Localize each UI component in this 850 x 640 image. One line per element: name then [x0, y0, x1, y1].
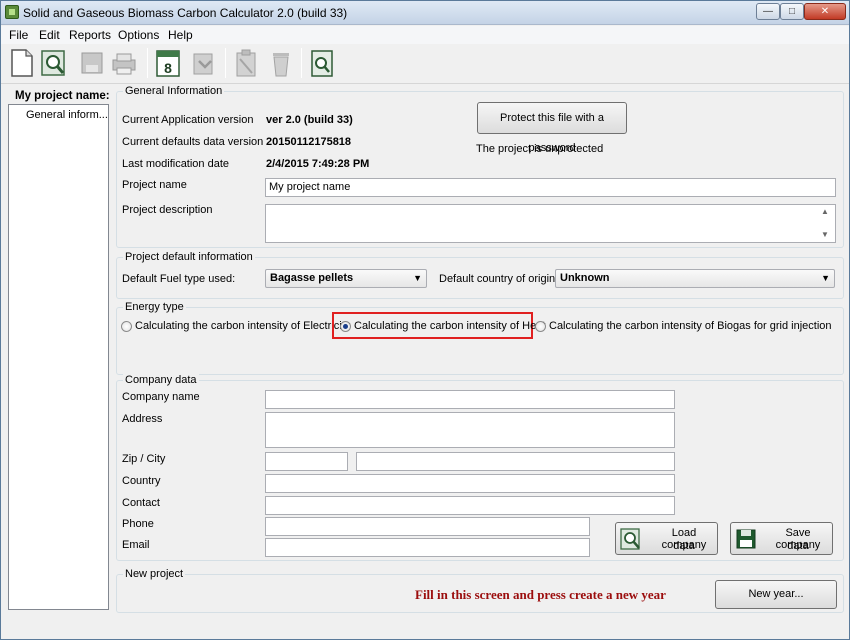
load-company-label-line2: data [673, 540, 695, 552]
save-disk-icon [736, 529, 756, 549]
save-company-button[interactable]: Save company data [730, 522, 833, 555]
protect-password-button[interactable]: Protect this file with a password [477, 102, 627, 154]
undo-icon[interactable] [189, 47, 219, 79]
menu-reports[interactable]: Reports [69, 28, 111, 42]
phone-input[interactable] [265, 517, 590, 536]
country-origin-select[interactable]: Unknown ▼ [555, 269, 835, 288]
menu-help[interactable]: Help [168, 28, 193, 42]
toolbar-separator [225, 48, 226, 78]
company-name-label: Company name [122, 391, 200, 403]
email-label: Email [122, 539, 150, 551]
svg-text:8: 8 [164, 60, 172, 76]
description-scrollbar[interactable]: ▲ ▼ [819, 205, 832, 241]
main-panel: General Information Current Application … [114, 84, 847, 615]
menu-bar: File Edit Reports Options Help [1, 26, 849, 44]
radio-biogas-label[interactable]: Calculating the carbon intensity of Biog… [549, 320, 832, 332]
new-year-instruction: Fill in this screen and press create a n… [415, 587, 666, 602]
menu-options[interactable]: Options [118, 28, 159, 42]
save-icon[interactable] [77, 47, 107, 79]
app-window: Solid and Gaseous Biomass Carbon Calcula… [0, 0, 850, 640]
menu-edit[interactable]: Edit [39, 28, 60, 42]
radio-heat-label[interactable]: Calculating the carbon intensity of Heat [354, 320, 545, 332]
minimize-button[interactable]: — [756, 3, 780, 20]
fuel-type-label: Default Fuel type used: [122, 273, 236, 285]
tree-item-general-information[interactable]: General inform... [26, 109, 108, 121]
save-company-label-line2: data [787, 540, 809, 552]
city-input[interactable] [356, 452, 675, 471]
company-name-input[interactable] [265, 390, 675, 409]
project-description-label: Project description [122, 204, 213, 216]
zip-city-label: Zip / City [122, 453, 166, 465]
radio-biogas[interactable] [535, 321, 546, 332]
country-origin-value: Unknown [560, 272, 610, 284]
country-label: Country [122, 475, 161, 487]
app-icon [5, 5, 19, 19]
print-icon[interactable] [109, 47, 139, 79]
defaults-version-value: 20150112175818 [266, 136, 352, 148]
address-label: Address [122, 413, 163, 425]
defaults-version-label: Current defaults data version [122, 136, 264, 148]
chevron-down-icon: ▼ [413, 273, 422, 283]
window-title: Solid and Gaseous Biomass Carbon Calcula… [23, 6, 348, 20]
energy-type-label: Energy type [123, 301, 186, 313]
chevron-down-icon: ▼ [821, 273, 830, 283]
phone-label: Phone [122, 518, 154, 530]
load-company-button[interactable]: Load company data [615, 522, 718, 555]
report-icon[interactable] [307, 47, 337, 79]
project-tree-title: My project name: [15, 90, 110, 102]
protection-status: The project is unprotected [476, 143, 604, 155]
country-origin-label: Default country of origin: [439, 273, 559, 285]
project-name-label: Project name [122, 179, 187, 191]
scroll-down-icon[interactable]: ▼ [821, 230, 829, 239]
modified-date-label: Last modification date [122, 158, 230, 170]
project-defaults-label: Project default information [123, 251, 255, 263]
app-version-value: ver 2.0 (build 33) [266, 114, 353, 126]
load-search-icon [620, 528, 640, 550]
trash-icon[interactable] [266, 47, 296, 79]
project-description-input[interactable] [265, 204, 836, 243]
address-input[interactable] [265, 412, 675, 448]
radio-electricity-label[interactable]: Calculating the carbon intensity of Elec… [135, 320, 350, 332]
new-year-button[interactable]: New year... [715, 580, 837, 609]
modified-date-value: 2/4/2015 7:49:28 PM [266, 158, 370, 170]
new-project-label: New project [123, 568, 186, 580]
company-data-label: Company data [123, 374, 199, 386]
contact-input[interactable] [265, 496, 675, 515]
project-tree-list: General inform... [8, 104, 109, 610]
email-input[interactable] [265, 538, 590, 557]
fuel-type-select[interactable]: Bagasse pellets ▼ [265, 269, 427, 288]
radio-electricity[interactable] [121, 321, 132, 332]
contact-label: Contact [122, 497, 160, 509]
toolbar: 8 [1, 44, 849, 84]
general-information-label: General Information [123, 85, 225, 97]
new-document-icon[interactable] [7, 47, 37, 79]
fuel-type-value: Bagasse pellets [270, 272, 354, 284]
open-search-icon[interactable] [39, 47, 69, 79]
project-name-input[interactable]: My project name [265, 178, 836, 197]
calendar-icon[interactable]: 8 [153, 47, 183, 79]
scroll-up-icon[interactable]: ▲ [821, 207, 829, 216]
radio-heat[interactable] [340, 321, 351, 332]
clipboard-icon[interactable] [231, 47, 261, 79]
toolbar-separator [301, 48, 302, 78]
menu-file[interactable]: File [9, 28, 28, 42]
toolbar-separator [147, 48, 148, 78]
close-button[interactable]: ✕ [804, 3, 846, 20]
app-version-label: Current Application version [122, 114, 254, 126]
zip-input[interactable] [265, 452, 348, 471]
country-input[interactable] [265, 474, 675, 493]
title-bar[interactable]: Solid and Gaseous Biomass Carbon Calcula… [1, 1, 849, 25]
project-tree-panel: My project name: General inform... [6, 87, 111, 615]
maximize-button[interactable]: □ [780, 3, 804, 20]
